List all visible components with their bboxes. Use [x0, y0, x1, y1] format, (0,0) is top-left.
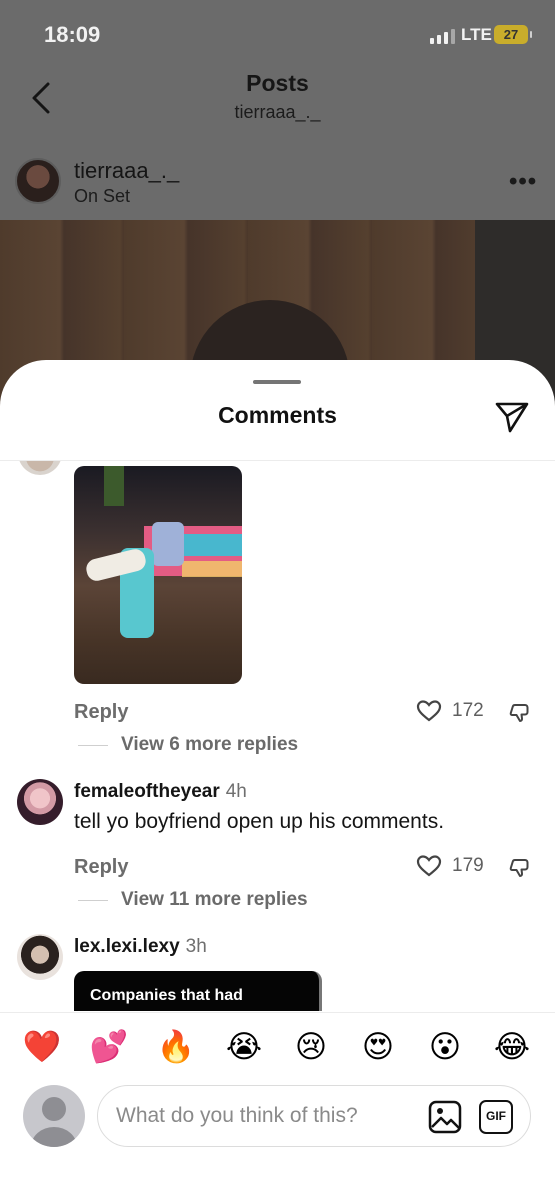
comment-time: 4h [225, 781, 247, 802]
comment-username-text[interactable]: lex.lexi.lexy [74, 936, 180, 957]
image-icon[interactable] [428, 1100, 462, 1134]
reaction-heart[interactable]: ❤️ [22, 1027, 62, 1067]
image-person [152, 522, 184, 566]
share-icon[interactable] [494, 400, 530, 434]
reply-button[interactable]: Reply [74, 856, 128, 879]
reaction-laughing[interactable]: 😂 [492, 1027, 532, 1067]
like-count: 172 [452, 700, 484, 721]
avatar-head [42, 1097, 66, 1121]
comment-input-box[interactable]: GIF [97, 1085, 531, 1147]
dislike-icon[interactable] [508, 856, 532, 880]
image-water [174, 534, 242, 556]
quick-reactions: ❤️ 💕 🔥 😭 😢 😍 😮 😂 [0, 1027, 555, 1071]
comment-username-text[interactable]: femaleoftheyear [74, 781, 220, 802]
post-author-avatar[interactable] [15, 158, 61, 204]
comment-username[interactable]: femaleoftheyear 4h [74, 781, 247, 803]
comment-time: 3h [185, 936, 207, 957]
more-options-button[interactable]: ••• [509, 168, 537, 196]
comments-title: Comments [218, 402, 337, 428]
like-count: 179 [452, 855, 484, 876]
network-label: LTE [461, 25, 492, 44]
comment-image-card[interactable]: Companies that had [74, 971, 322, 1011]
divider [78, 900, 108, 901]
divider [78, 745, 108, 746]
comment-text: tell yo boyfriend open up his comments. [74, 810, 445, 833]
view-more-replies[interactable]: View 6 more replies [121, 734, 298, 756]
like-group[interactable]: 179 [416, 854, 484, 878]
dislike-icon[interactable] [508, 701, 532, 725]
image-lights [182, 561, 242, 577]
reaction-sad[interactable]: 😢 [291, 1027, 331, 1067]
reaction-fire[interactable]: 🔥 [156, 1027, 196, 1067]
comments-sheet: Comments Reply 172 View 6 more replies f… [0, 360, 555, 1200]
sheet-drag-handle[interactable] [253, 380, 301, 384]
post-location[interactable]: On Set [74, 186, 130, 207]
heart-icon[interactable] [416, 699, 442, 723]
reaction-heart-eyes[interactable]: 😍 [358, 1027, 398, 1067]
gif-button[interactable]: GIF [479, 1100, 513, 1134]
battery-icon: 27 [494, 25, 532, 44]
like-group[interactable]: 172 [416, 699, 484, 723]
heart-icon[interactable] [416, 854, 442, 878]
page-title: Posts [246, 70, 309, 96]
signal-icon [430, 28, 455, 44]
reaction-sob[interactable]: 😭 [224, 1027, 264, 1067]
reaction-two-hearts[interactable]: 💕 [89, 1027, 129, 1067]
page-subtitle: tierraaa_._ [234, 102, 321, 122]
avatar[interactable] [18, 461, 62, 475]
card-text: Companies that had [90, 987, 243, 1004]
avatar[interactable] [17, 779, 63, 825]
reaction-surprised[interactable]: 😮 [425, 1027, 465, 1067]
comment-input[interactable] [116, 1100, 416, 1132]
status-bar: 18:09 LTE 27 [0, 0, 555, 64]
comments-list[interactable]: Reply 172 View 6 more replies femaleofth… [0, 461, 555, 1011]
post-author-username[interactable]: tierraaa_._ [74, 158, 179, 184]
reply-button[interactable]: Reply [74, 701, 128, 724]
comment-image[interactable] [74, 466, 242, 684]
avatar-body [31, 1127, 77, 1147]
avatar [23, 1085, 85, 1147]
view-more-replies[interactable]: View 11 more replies [121, 889, 308, 911]
status-time: 18:09 [44, 22, 101, 47]
image-tree [104, 466, 124, 506]
comment-username[interactable]: lex.lexi.lexy 3h [74, 936, 207, 958]
composer-area: ❤️ 💕 🔥 😭 😢 😍 😮 😂 GIF [0, 1012, 555, 1200]
avatar[interactable] [17, 934, 63, 980]
